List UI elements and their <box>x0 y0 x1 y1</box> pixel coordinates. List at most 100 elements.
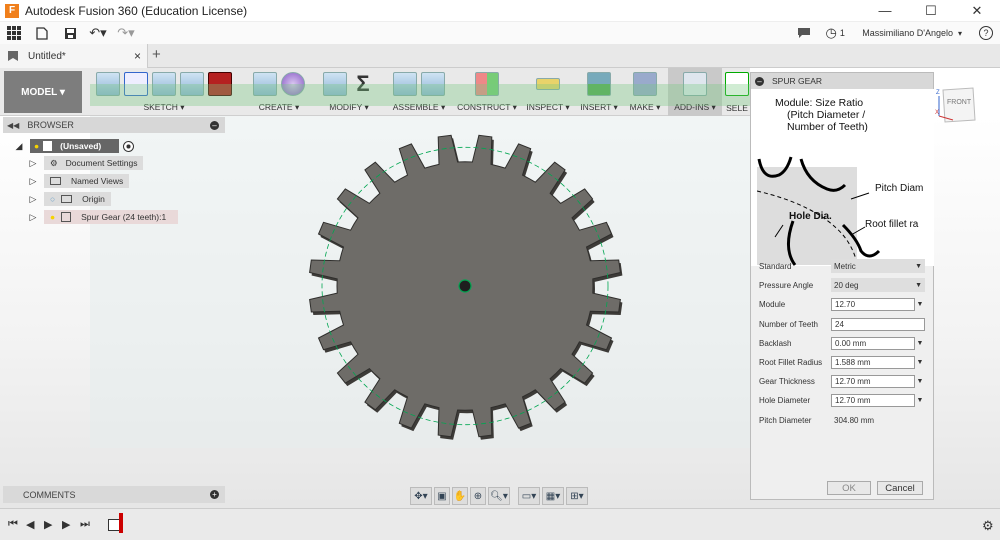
browser-header[interactable]: ◀◀ BROWSER – <box>3 117 225 133</box>
add-comment-button[interactable]: + <box>210 490 219 499</box>
lightbulb-icon[interactable]: ● <box>50 212 55 222</box>
teeth-label: Number of Teeth <box>759 319 818 329</box>
root-fillet-row: Root Fillet Radius 1.588 mm ▼ <box>759 355 931 369</box>
tree-document-settings[interactable]: ▷ ⚙ Document Settings <box>28 155 144 171</box>
timeline-bar: ⏮ ◀ ▶ ▶ ⏭ ⚙ <box>0 508 1000 540</box>
root-chip[interactable]: ● (Unsaved) <box>30 139 120 153</box>
standard-select[interactable]: Metric ▼ <box>831 259 925 273</box>
maximize-button[interactable]: ☐ <box>908 0 954 22</box>
standard-label: Standard <box>759 261 792 271</box>
teeth-input[interactable]: 24 <box>831 317 925 331</box>
module-dropdown-icon[interactable]: ▼ <box>915 301 925 308</box>
center-hole[interactable] <box>458 279 472 293</box>
user-name: Massimiliano D'Angelo <box>862 28 953 38</box>
gear-diagram-icon <box>757 156 881 266</box>
thickness-input[interactable]: 12.70 mm <box>831 374 915 388</box>
pitch-row: Pitch Diameter 304.80 mm <box>759 413 931 427</box>
display-settings-icon[interactable]: ▭▾ <box>518 487 540 505</box>
comments-label: COMMENTS <box>23 489 76 500</box>
dialog-header[interactable]: – SPUR GEAR <box>751 73 933 89</box>
step-back-icon[interactable]: ◀ <box>26 518 34 531</box>
grid-settings-icon[interactable]: ▦▾ <box>542 487 564 505</box>
help-subtitle-1: (Pitch Diameter / <box>787 109 866 121</box>
browser-collapse-icon[interactable]: ◀◀ <box>7 121 19 130</box>
spur-gear-model[interactable] <box>290 130 640 455</box>
new-tab-button[interactable]: + <box>152 46 161 63</box>
timeline-marker-icon[interactable] <box>119 513 123 533</box>
cancel-button[interactable]: Cancel <box>877 481 923 495</box>
help-glyph: ? <box>979 26 993 40</box>
comment-icon[interactable] <box>790 22 818 44</box>
hole-input[interactable]: 12.70 mm <box>831 393 915 407</box>
job-count: 1 <box>839 28 845 38</box>
lightbulb-icon[interactable]: ● <box>34 141 39 151</box>
dropdown-arrow-icon: ▼ <box>915 281 922 289</box>
origin-label: Origin <box>82 194 105 204</box>
help-root-label: Root fillet ra <box>865 219 919 230</box>
tree-origin[interactable]: ▷ ○ Origin <box>28 191 111 207</box>
document-settings-chip[interactable]: ⚙ Document Settings <box>44 156 144 170</box>
step-forward-icon[interactable]: ▶ <box>62 518 70 531</box>
pitch-label: Pitch Diameter <box>759 415 812 425</box>
dialog-minimize-icon[interactable]: – <box>755 76 764 86</box>
tab-close-button[interactable]: × <box>134 49 141 63</box>
thickness-dropdown-icon[interactable]: ▼ <box>915 378 925 385</box>
module-label: Module <box>759 299 786 309</box>
fusion-doc-icon <box>8 51 18 61</box>
tree-named-views[interactable]: ▷ Named Views <box>28 173 130 189</box>
zoom-fit-icon[interactable]: 🔍︎▾ <box>488 487 510 505</box>
close-button[interactable]: ✕ <box>954 0 1000 22</box>
component-icon <box>61 212 72 222</box>
pan-hand-icon[interactable]: ✋ <box>452 487 468 505</box>
comments-panel[interactable]: COMMENTS + <box>3 486 225 503</box>
help-illustration: Module: Size Ratio (Pitch Diameter / Num… <box>751 89 934 266</box>
root-fillet-input[interactable]: 1.588 mm <box>831 355 915 369</box>
tree-root[interactable]: ◢ ● (Unsaved) <box>14 138 135 154</box>
user-account-menu[interactable]: Massimiliano D'Angelo ▾ <box>862 28 962 38</box>
timeline-settings-icon[interactable]: ⚙ <box>982 518 994 534</box>
origin-chip[interactable]: ○ Origin <box>44 192 111 206</box>
tree-spur-gear[interactable]: ▷ ● Spur Gear (24 teeth):1 <box>28 209 179 225</box>
viewports-icon[interactable]: ⊞▾ <box>566 487 588 505</box>
redo-icon[interactable]: ↷▾ <box>112 22 140 44</box>
workspace-switcher[interactable]: MODEL ▾ <box>4 71 82 113</box>
expand-triangle-icon[interactable]: ▷ <box>28 194 38 204</box>
spur-gear-label: Spur Gear (24 teeth):1 <box>81 212 167 222</box>
go-to-start-icon[interactable]: ⏮ <box>8 518 18 531</box>
hole-dropdown-icon[interactable]: ▼ <box>915 397 925 404</box>
help-subtitle-2: Number of Teeth) <box>787 121 868 133</box>
pressure-angle-row: Pressure Angle 20 deg ▼ <box>759 278 931 292</box>
expand-triangle-icon[interactable]: ▷ <box>28 212 38 222</box>
zoom-window-icon[interactable]: ⊕ <box>470 487 486 505</box>
root-fillet-dropdown-icon[interactable]: ▼ <box>915 359 925 366</box>
save-icon[interactable] <box>56 22 84 44</box>
module-input[interactable]: 12.70 <box>831 297 915 311</box>
viewcube[interactable]: FRONT Z X <box>935 82 983 128</box>
thickness-label: Gear Thickness <box>759 376 815 386</box>
lightbulb-off-icon[interactable]: ○ <box>50 194 55 204</box>
help-icon[interactable]: ? <box>972 22 1000 44</box>
backlash-row: Backlash 0.00 mm ▼ <box>759 336 931 350</box>
expand-triangle-icon[interactable]: ▷ <box>28 158 38 168</box>
backlash-input[interactable]: 0.00 mm <box>831 336 915 350</box>
spur-gear-chip[interactable]: ● Spur Gear (24 teeth):1 <box>44 210 179 224</box>
data-panel-grid-icon[interactable] <box>0 22 28 44</box>
named-views-chip[interactable]: Named Views <box>44 174 130 188</box>
job-status-icon[interactable]: ◷ 1 <box>818 22 852 44</box>
go-to-end-icon[interactable]: ⏭ <box>80 518 90 531</box>
play-icon[interactable]: ▶ <box>44 518 52 531</box>
activate-radio-icon[interactable] <box>123 140 135 152</box>
file-menu-icon[interactable] <box>28 22 56 44</box>
document-tab[interactable]: Untitled* × <box>0 44 148 68</box>
look-at-icon[interactable]: ▣ <box>434 487 450 505</box>
x-axis-label: X <box>935 110 939 116</box>
collapse-triangle-icon[interactable]: ◢ <box>14 141 24 151</box>
pressure-angle-select[interactable]: 20 deg ▼ <box>831 278 925 292</box>
orbit-icon[interactable]: ✥▾ <box>410 487 432 505</box>
expand-triangle-icon[interactable]: ▷ <box>28 176 38 186</box>
ok-button[interactable]: OK <box>827 481 871 495</box>
minimize-button[interactable]: — <box>862 0 908 22</box>
backlash-dropdown-icon[interactable]: ▼ <box>915 340 925 347</box>
browser-minimize-button[interactable]: – <box>210 120 219 130</box>
undo-icon[interactable]: ↶▾ <box>84 22 112 44</box>
